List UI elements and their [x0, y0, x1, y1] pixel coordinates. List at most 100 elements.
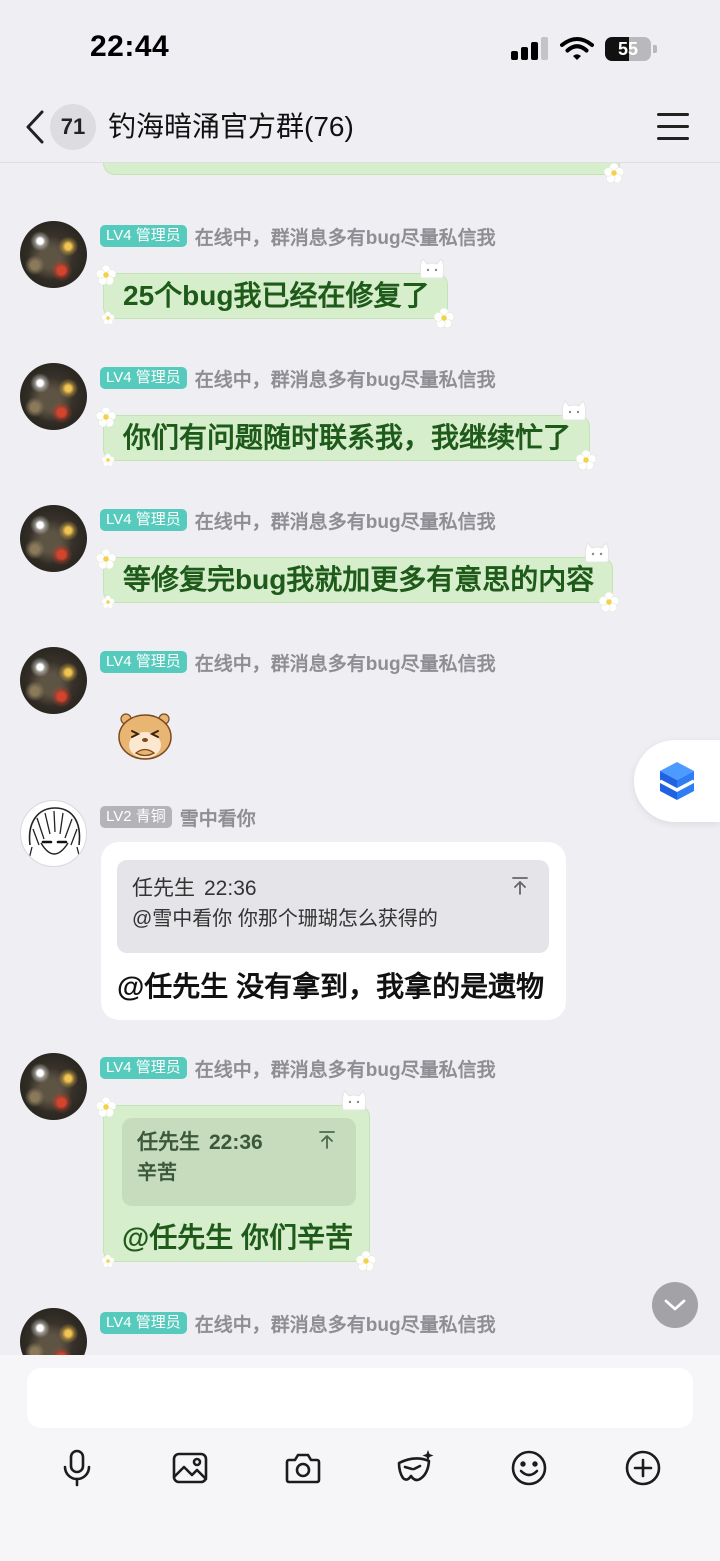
sender-meta: LV4 管理员 在线中，群消息多有bug尽量私信我: [100, 508, 496, 533]
message-input[interactable]: [27, 1368, 693, 1428]
flower-decoration: [101, 595, 115, 609]
sender-meta: LV4 管理员 在线中，群消息多有bug尽量私信我: [100, 366, 496, 391]
sender-nickname: 在线中，群消息多有bug尽量私信我: [194, 227, 496, 249]
sender-nickname: 在线中，群消息多有bug尽量私信我: [194, 511, 496, 533]
unread-count-badge: 71: [50, 104, 96, 150]
flower-decoration: [95, 264, 117, 286]
hamburger-menu-icon: [657, 125, 689, 128]
message-bubble[interactable]: 25个bug我已经在修复了: [95, 258, 455, 329]
avatar[interactable]: [20, 363, 87, 430]
sender-meta: LV4 管理员 在线中，群消息多有bug尽量私信我: [100, 650, 496, 675]
level-tag: LV4 管理员: [100, 225, 187, 247]
effects-button[interactable]: [395, 1448, 435, 1488]
back-button[interactable]: 71: [20, 104, 100, 150]
jump-to-original-icon[interactable]: [511, 876, 529, 896]
wifi-icon: [560, 36, 594, 61]
cat-decoration: [559, 398, 589, 422]
flower-decoration: [575, 449, 597, 471]
chevron-down-icon: [664, 1299, 686, 1311]
avatar[interactable]: [20, 1053, 87, 1120]
message-text: 你们有问题随时联系我，我继续忙了: [123, 422, 572, 453]
message-text: @任先生 没有拿到，我拿的是遗物: [117, 971, 545, 1002]
message-bubble[interactable]: 等修复完bug我就加更多有意思的内容: [95, 542, 620, 613]
chat-message: LV2 青铜 雪中看你 任先生 22:36 @雪中看你 你那个珊瑚怎么获得的 @任…: [0, 800, 720, 1060]
voice-button[interactable]: [57, 1448, 97, 1488]
quote-time: 22:36: [209, 1131, 263, 1154]
level-tag: LV4 管理员: [100, 509, 187, 531]
status-time: 22:44: [90, 30, 170, 63]
message-bubble[interactable]: 任先生 22:36 @雪中看你 你那个珊瑚怎么获得的 @任先生 没有拿到，我拿的是…: [101, 842, 566, 1020]
scroll-to-bottom-button[interactable]: [652, 1282, 698, 1328]
chevron-left-icon: [26, 110, 44, 144]
level-tag: LV4 管理员: [100, 1312, 187, 1334]
flower-decoration: [101, 311, 115, 325]
quote-author: 任先生: [132, 877, 195, 900]
menu-button[interactable]: [655, 111, 691, 143]
level-tag: LV4 管理员: [100, 651, 187, 673]
sender-nickname: 在线中，群消息多有bug尽量私信我: [194, 1314, 496, 1336]
more-button[interactable]: [623, 1448, 663, 1488]
image-icon: [172, 1452, 208, 1484]
avatar[interactable]: [20, 1308, 87, 1355]
quote-author: 任先生: [137, 1131, 200, 1154]
group-title: 钓海暗涌官方群(76): [108, 111, 354, 142]
cat-decoration: [582, 540, 612, 564]
sender-meta: LV4 管理员 在线中，群消息多有bug尽量私信我: [100, 1056, 496, 1081]
sender-nickname: 雪中看你: [179, 808, 256, 830]
flower-decoration: [95, 406, 117, 428]
level-tag: LV4 管理员: [100, 367, 187, 389]
cat-decoration: [339, 1088, 369, 1112]
flower-decoration: [95, 1096, 117, 1118]
chat-message-list[interactable]: LV4 管理员 在线中，群消息多有bug尽量私信我 25个bug我已经在修复了 …: [0, 163, 720, 1355]
level-tag: LV2 青铜: [100, 806, 172, 828]
flower-decoration: [101, 453, 115, 467]
hamburger-menu-icon: [657, 113, 689, 116]
avatar[interactable]: [20, 647, 87, 714]
partial-message-bubble[interactable]: [103, 163, 625, 184]
message-text: @任先生 你们辛苦: [122, 1222, 354, 1253]
quoted-message[interactable]: 任先生 22:36 辛苦: [122, 1118, 356, 1206]
flower-decoration: [101, 1254, 115, 1268]
sender-meta: LV4 管理员 在线中，群消息多有bug尽量私信我: [100, 224, 496, 249]
quote-text: 辛苦: [137, 1162, 177, 1184]
quoted-message[interactable]: 任先生 22:36 @雪中看你 你那个珊瑚怎么获得的: [117, 860, 549, 953]
hamster-sticker[interactable]: [115, 708, 175, 762]
flower-decoration: [355, 1250, 377, 1272]
message-text: 25个bug我已经在修复了: [123, 280, 430, 311]
chat-message: LV4 管理员 在线中，群消息多有bug尽量私信我 任先生 22:36 辛苦 @任…: [0, 1053, 720, 1313]
flower-decoration: [95, 548, 117, 570]
camera-button[interactable]: [283, 1448, 323, 1488]
message-bubble[interactable]: 任先生 22:36 辛苦 @任先生 你们辛苦: [95, 1090, 377, 1272]
sender-meta: LV4 管理员 在线中，群消息多有bug尽量私信我: [100, 1311, 496, 1336]
battery-cap: [653, 45, 657, 53]
flower-decoration: [433, 307, 455, 329]
jump-to-original-icon[interactable]: [318, 1130, 336, 1150]
plus-circle-icon: [625, 1450, 661, 1486]
blue-cube-icon: [659, 762, 695, 800]
camera-icon: [285, 1453, 321, 1484]
cellular-signal-icon: [510, 36, 550, 60]
emoji-button[interactable]: [509, 1448, 549, 1488]
smiley-icon: [511, 1450, 547, 1486]
quote-header: 任先生 22:36: [132, 874, 534, 904]
quote-time: 22:36: [204, 877, 257, 900]
avatar[interactable]: [20, 221, 87, 288]
floating-widget[interactable]: [634, 740, 720, 822]
quote-header: 任先生 22:36: [137, 1128, 341, 1158]
sender-nickname: 在线中，群消息多有bug尽量私信我: [194, 369, 496, 391]
battery-indicator: 55: [605, 37, 651, 61]
hamburger-menu-icon: [657, 137, 689, 140]
sender-meta: LV2 青铜 雪中看你: [100, 805, 256, 830]
avatar[interactable]: [20, 800, 87, 867]
photo-button[interactable]: [170, 1448, 210, 1488]
level-tag: LV4 管理员: [100, 1057, 187, 1079]
sender-nickname: 在线中，群消息多有bug尽量私信我: [194, 1059, 496, 1081]
input-panel: [0, 1355, 720, 1561]
cat-decoration: [417, 256, 447, 280]
sender-nickname: 在线中，群消息多有bug尽量私信我: [194, 653, 496, 675]
flower-decoration: [598, 591, 620, 613]
message-bubble[interactable]: 你们有问题随时联系我，我继续忙了: [95, 400, 597, 471]
mask-sparkle-icon: [397, 1450, 434, 1482]
avatar[interactable]: [20, 505, 87, 572]
chat-message: LV4 管理员 在线中，群消息多有bug尽量私信我: [0, 1308, 720, 1355]
